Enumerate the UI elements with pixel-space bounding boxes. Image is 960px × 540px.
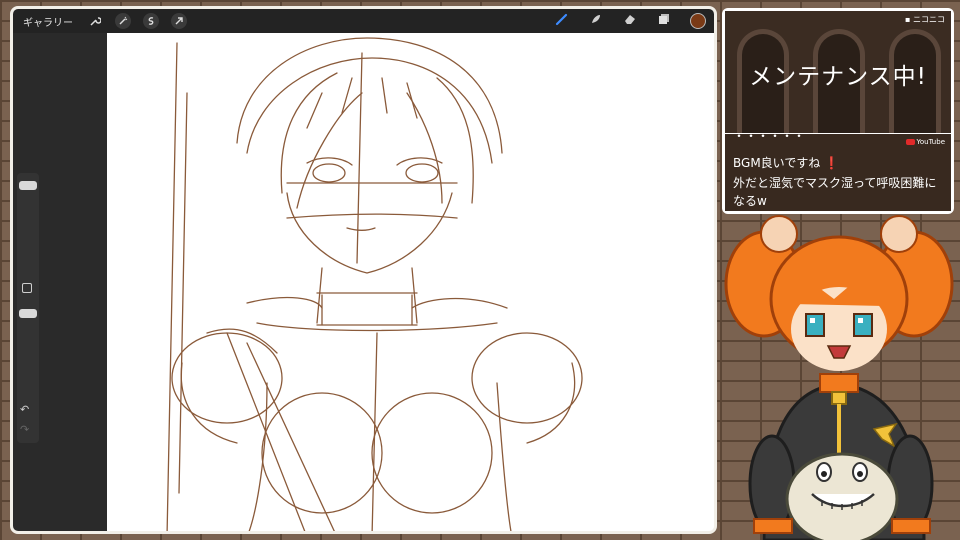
youtube-icon <box>905 139 915 145</box>
chat-message: 外だと湿気でマスク湿って呼吸困難になるw <box>733 176 937 208</box>
layers-icon[interactable] <box>656 12 672 30</box>
undo-button[interactable]: ↶ <box>20 403 29 416</box>
wrench-icon[interactable] <box>87 13 103 29</box>
youtube-label: YouTube <box>905 138 945 146</box>
top-toolbar: ギャラリー <box>13 9 714 33</box>
selection-icon[interactable] <box>143 13 159 29</box>
left-sidebar: ↶ ↷ <box>13 33 107 531</box>
chat-cut-message: ・・・・・・ <box>733 134 806 143</box>
status-banner: ▪ ニコニコ メンテナンス中! <box>725 11 951 133</box>
chat-message: BGM良いですね ❗ <box>733 156 840 170</box>
smudge-icon[interactable] <box>588 12 604 30</box>
brush-icon[interactable] <box>554 12 570 30</box>
redo-button[interactable]: ↷ <box>20 423 29 436</box>
pixel-mascot <box>724 214 960 540</box>
color-picker-swatch[interactable] <box>690 13 706 29</box>
eyedropper-square-button[interactable] <box>22 283 32 293</box>
drawing-canvas[interactable] <box>107 33 714 531</box>
eraser-icon[interactable] <box>622 12 638 30</box>
magic-wand-icon[interactable] <box>115 13 131 29</box>
opacity-slider-handle[interactable] <box>19 309 37 318</box>
transform-arrow-icon[interactable] <box>171 13 187 29</box>
mascot-art <box>724 215 954 540</box>
stream-widget: ▪ ニコニコ メンテナンス中! ・・・・・・ YouTube BGM良いですね … <box>722 8 954 214</box>
right-tools <box>554 11 706 31</box>
gallery-button[interactable]: ギャラリー <box>23 14 73 29</box>
niconico-badge: ▪ ニコニコ <box>905 15 945 24</box>
procreate-window: ギャラリー ↶ ↷ <box>10 6 717 534</box>
sketch-drawing <box>166 37 583 531</box>
chat-panel: ・・・・・・ YouTube BGM良いですね ❗ 外だと湿気でマスク湿って呼吸… <box>725 134 951 211</box>
brush-size-slider-handle[interactable] <box>19 181 37 190</box>
maintenance-title: メンテナンス中! <box>749 64 927 90</box>
